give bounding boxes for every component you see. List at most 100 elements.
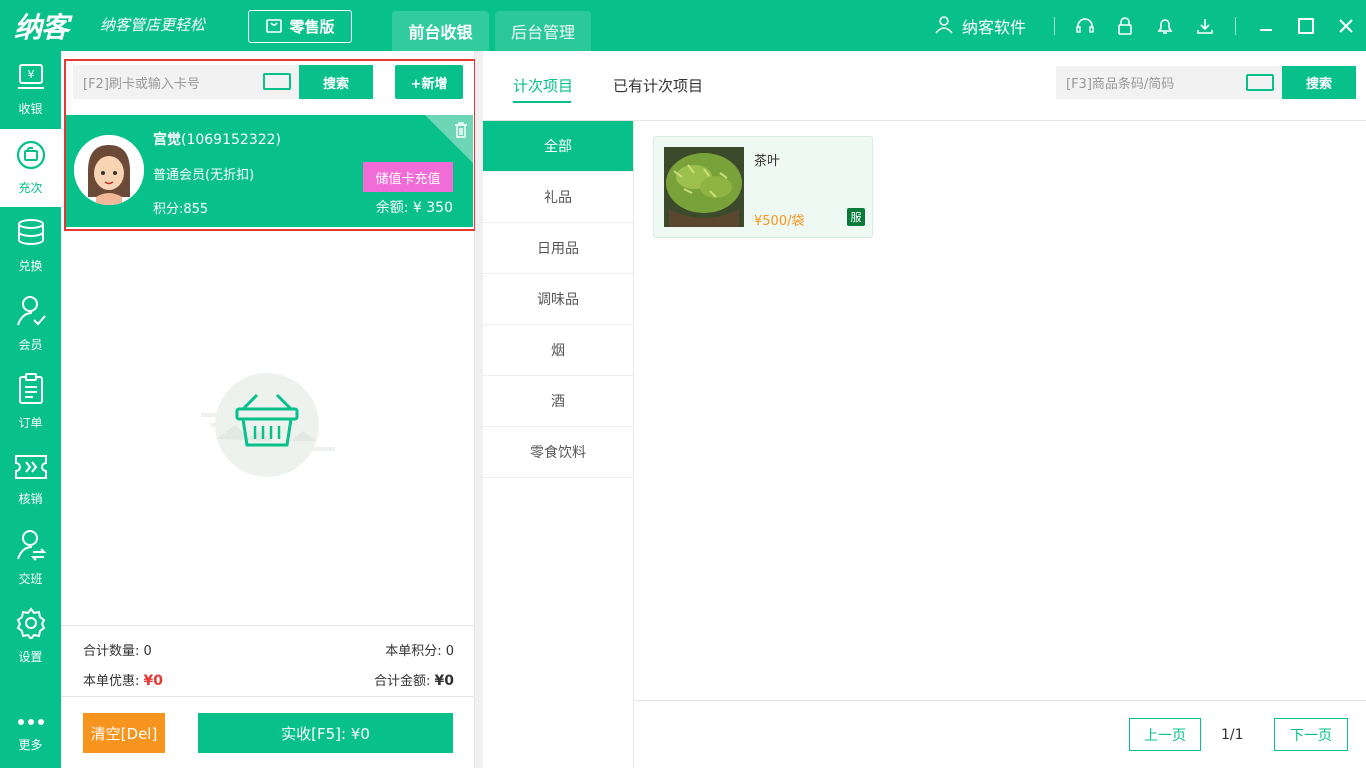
qty-total: 合计数量: 0 <box>83 640 152 659</box>
pagination: 上一页 1/1 下一页 <box>635 700 1366 768</box>
amount-total: 合计金额: ¥0 <box>374 670 454 689</box>
category-daily[interactable]: 日用品 <box>483 223 633 274</box>
member-balance: 余额: ¥ 350 <box>375 200 453 216</box>
avatar <box>74 135 144 205</box>
app-slogan: 纳客管店更轻松 <box>100 16 206 34</box>
gear-icon <box>15 607 47 642</box>
category-gift[interactable]: 礼品 <box>483 172 633 223</box>
points-label: 本单积分: <box>385 644 442 659</box>
sidebar-item-cashier[interactable]: ¥ 收银 <box>0 51 61 129</box>
category-seasoning[interactable]: 调味品 <box>483 274 633 325</box>
sidebar-item-label: 充次 <box>18 181 43 195</box>
sidebar-item-label: 会员 <box>18 338 43 352</box>
member-level: 普通会员(无折扣) <box>153 168 255 183</box>
qty-label: 合计数量: <box>83 644 140 659</box>
member-panel: [F2]刷卡或输入卡号 搜索 +新增 宫觉(1069152322) 普通会员(无… <box>61 51 476 768</box>
discount-value: ¥0 <box>143 673 164 689</box>
edition-button[interactable]: 零售版 <box>248 10 352 43</box>
category-tobacco[interactable]: 烟 <box>483 325 633 376</box>
card-number-input[interactable]: [F2]刷卡或输入卡号 <box>73 65 299 99</box>
product-name: 茶叶 <box>754 154 781 169</box>
category-list: 全部 礼品 日用品 调味品 烟 酒 零食饮料 <box>483 121 634 768</box>
user-icon <box>934 14 954 38</box>
user-menu[interactable]: 纳客软件 <box>934 14 1026 38</box>
app-logo: 纳客 <box>14 11 69 44</box>
clear-button[interactable]: 清空[Del] <box>83 713 165 753</box>
sidebar-item-shift[interactable]: 交班 <box>0 519 61 597</box>
trash-icon[interactable] <box>454 122 468 142</box>
product-card[interactable]: 茶叶 ¥500/袋 服 <box>653 136 873 238</box>
maximize-icon[interactable] <box>1286 0 1326 51</box>
tab-count-items[interactable]: 计次项目 <box>513 75 573 96</box>
page-indicator: 1/1 <box>1221 727 1244 743</box>
category-snacks[interactable]: 零食饮料 <box>483 427 633 478</box>
ticket-icon <box>14 453 48 484</box>
more-icon <box>16 716 46 730</box>
next-page-button[interactable]: 下一页 <box>1274 718 1348 751</box>
sidebar-item-label: 核销 <box>18 492 43 506</box>
discount-label: 本单优惠: <box>83 674 140 689</box>
member-card[interactable]: 宫觉(1069152322) 普通会员(无折扣) 储值卡充值 积分:855 余额… <box>65 115 473 227</box>
member-points: 积分:855 <box>153 202 209 217</box>
qty-value: 0 <box>143 644 152 659</box>
shift-icon <box>16 529 46 564</box>
sidebar-item-label: 设置 <box>18 650 43 664</box>
sidebar-item-member[interactable]: 会员 <box>0 285 61 363</box>
tab-existing-count-items[interactable]: 已有计次项目 <box>613 75 703 96</box>
category-all[interactable]: 全部 <box>483 121 633 172</box>
shopping-bag-icon <box>265 16 283 38</box>
divider <box>1235 16 1236 35</box>
sidebar-item-order[interactable]: 订单 <box>0 363 61 441</box>
product-search-button[interactable]: 搜索 <box>1282 66 1356 99</box>
sidebar-item-verify[interactable]: 核销 <box>0 441 61 519</box>
prev-page-button[interactable]: 上一页 <box>1129 718 1201 751</box>
points-value: 0 <box>445 644 454 659</box>
sidebar-item-settings[interactable]: 设置 <box>0 597 61 675</box>
sidebar-item-more[interactable]: 更多 <box>0 701 61 768</box>
sidebar-item-label: 交班 <box>18 572 43 586</box>
lock-icon[interactable] <box>1105 0 1145 51</box>
top-bar: 纳客 纳客管店更轻松 零售版 前台收银 后台管理 纳客软件 <box>0 0 1366 51</box>
sidebar-item-label: 兑换 <box>18 259 43 273</box>
sidebar-item-label: 订单 <box>18 416 43 430</box>
sidebar-item-label: 更多 <box>18 738 43 752</box>
tab-backend-manage[interactable]: 后台管理 <box>495 11 591 51</box>
download-icon[interactable] <box>1185 0 1225 51</box>
user-name: 纳客软件 <box>961 17 1026 37</box>
amount-value: ¥0 <box>434 673 454 689</box>
panel-separator <box>475 51 483 768</box>
card-search-button[interactable]: 搜索 <box>299 65 373 99</box>
minimize-icon[interactable] <box>1246 0 1286 51</box>
add-member-button[interactable]: +新增 <box>395 65 463 99</box>
member-card-number: (1069152322) <box>181 132 281 148</box>
product-image <box>664 147 744 227</box>
exchange-icon <box>16 218 46 251</box>
sidebar-item-recharge[interactable]: 充次 <box>0 129 61 207</box>
points-total: 本单积分: 0 <box>385 640 454 659</box>
active-tab-underline <box>513 101 571 103</box>
tab-front-cashier[interactable]: 前台收银 <box>392 11 489 51</box>
sidebar: ¥ 收银 充次 兑换 会员 订单 核销 交班 设置 更多 <box>0 51 61 768</box>
sidebar-item-label: 收银 <box>18 102 43 116</box>
headset-icon[interactable] <box>1065 0 1105 51</box>
keyboard-icon[interactable] <box>1246 74 1274 91</box>
order-icon <box>17 373 45 408</box>
amount-label: 合计金额: <box>373 674 431 689</box>
order-totals: 合计数量: 0 本单积分: 0 本单优惠: ¥0 合计金额: ¥0 <box>61 625 475 697</box>
bell-icon[interactable] <box>1145 0 1185 51</box>
service-badge: 服 <box>847 208 865 226</box>
pay-button[interactable]: 实收[F5]: ¥0 <box>198 713 453 753</box>
keyboard-icon[interactable] <box>263 73 291 90</box>
discount-total: 本单优惠: ¥0 <box>83 670 163 689</box>
category-liquor[interactable]: 酒 <box>483 376 633 427</box>
member-title: 宫觉(1069152322) <box>153 129 281 149</box>
next-page-label: 下一页 <box>1290 727 1332 744</box>
member-icon <box>16 295 46 330</box>
close-icon[interactable] <box>1326 0 1366 51</box>
recharge-icon <box>16 140 46 173</box>
sidebar-item-exchange[interactable]: 兑换 <box>0 207 61 285</box>
product-header: 计次项目 已有计次项目 [F3]商品条码/简码 搜索 <box>483 51 1366 121</box>
cashier-icon: ¥ <box>16 63 46 94</box>
recharge-button[interactable]: 储值卡充值 <box>363 162 453 192</box>
member-name: 宫觉 <box>153 132 181 148</box>
